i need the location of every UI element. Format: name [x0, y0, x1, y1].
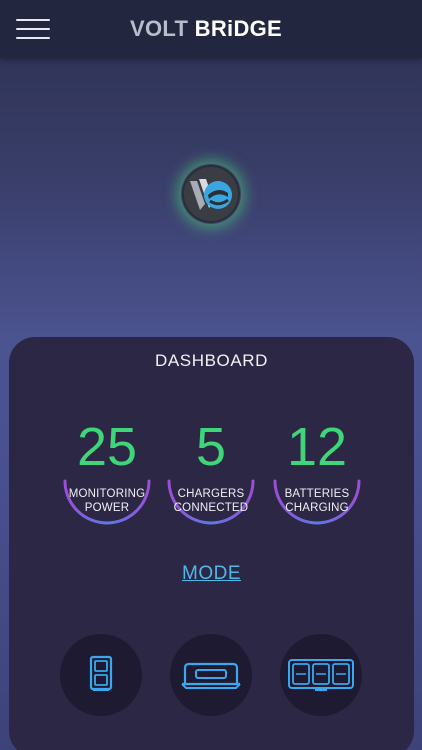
mode-charger-dock-button[interactable] [170, 634, 252, 716]
stat-value: 12 [286, 417, 348, 477]
brand-volt: VOLT [130, 16, 189, 41]
mode-battery-bank-button[interactable] [280, 634, 362, 716]
single-battery-icon [89, 655, 113, 691]
menu-line [16, 37, 50, 39]
mode-single-battery-button[interactable] [60, 634, 142, 716]
battery-bank-icon [288, 659, 354, 691]
top-bar: VOLT BRiDGE [0, 0, 422, 58]
stat-label-line: POWER [84, 502, 130, 514]
stat-label-line: CHARGERS [177, 488, 245, 500]
stat-label: MONITORING POWER [59, 487, 155, 515]
stat-label-line: MONITORING [68, 488, 146, 500]
hamburger-menu-icon[interactable] [16, 18, 50, 40]
stat-label-line: CONNECTED [173, 502, 249, 514]
dashboard-title: DASHBOARD [154, 351, 269, 370]
voltbridge-logo-icon [181, 164, 241, 224]
stat-label-line: CHARGING [285, 502, 349, 514]
stat-value: 25 [76, 417, 138, 477]
stat-batteries-charging[interactable]: 12 BATTERIES CHARGING [269, 417, 365, 537]
mode-link[interactable]: MODE [9, 563, 414, 585]
stat-label: CHARGERS CONNECTED [163, 487, 259, 515]
stat-monitoring-power[interactable]: 25 MONITORING POWER [59, 417, 155, 537]
menu-line [16, 28, 50, 30]
stat-value: 5 [195, 417, 227, 477]
menu-line [16, 19, 50, 21]
dashboard-card: DASHBOARD 25 MONITORING POWER 5 CHARGERS… [9, 337, 414, 750]
stat-chargers-connected[interactable]: 5 CHARGERS CONNECTED [163, 417, 259, 537]
brand-logo-text: VOLT BRiDGE [130, 15, 282, 43]
stat-label-line: BATTERIES [284, 488, 350, 500]
stat-label: BATTERIES CHARGING [269, 487, 365, 515]
charger-dock-icon [181, 662, 241, 689]
brand-bridge: BRiDGE [194, 16, 283, 41]
